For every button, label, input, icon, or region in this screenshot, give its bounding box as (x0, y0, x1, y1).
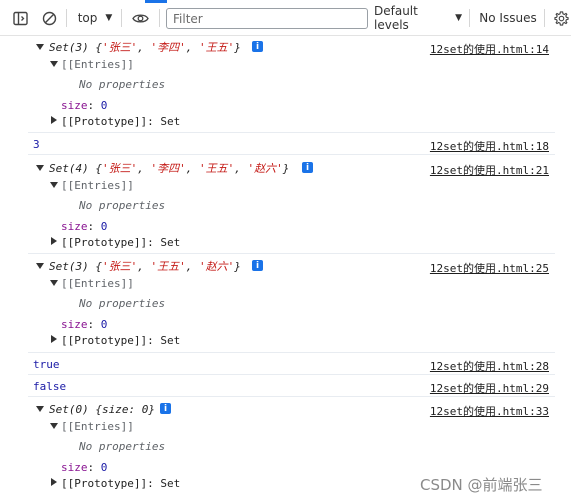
expand-caret-icon[interactable] (36, 263, 44, 269)
expand-caret-icon[interactable] (51, 335, 57, 343)
eye-icon[interactable] (128, 0, 152, 36)
source-link[interactable]: 12set的使用.html:28 (430, 358, 549, 374)
prototype-entry[interactable]: [[Prototype]]: Set (61, 115, 180, 128)
clear-console-icon[interactable] (37, 0, 61, 36)
prototype-entry[interactable]: [[Prototype]]: Set (61, 477, 180, 490)
entries-label[interactable]: [[Entries]] (61, 58, 134, 71)
entries-label[interactable]: [[Entries]] (61, 179, 134, 192)
expand-caret-icon[interactable] (36, 165, 44, 171)
prototype-entry[interactable]: [[Prototype]]: Set (61, 334, 180, 347)
toolbar-divider (469, 9, 470, 27)
expand-caret-icon[interactable] (51, 478, 57, 486)
info-icon[interactable]: i (252, 41, 263, 52)
source-link[interactable]: 12set的使用.html:21 (430, 162, 549, 178)
log-levels-dropdown[interactable]: Default levels ▼ (374, 0, 462, 36)
set-preview[interactable]: Set(3) {'张三', '李四', '王五'} (49, 41, 241, 54)
sidebar-toggle-icon[interactable] (8, 0, 32, 36)
source-link[interactable]: 12set的使用.html:14 (430, 41, 549, 57)
expand-caret-icon[interactable] (51, 116, 57, 124)
expand-caret-icon[interactable] (36, 406, 44, 412)
expand-caret-icon[interactable] (50, 280, 58, 286)
info-icon[interactable]: i (160, 403, 171, 414)
filter-input[interactable] (166, 8, 368, 29)
message-divider (28, 253, 555, 254)
no-properties-text: No properties (79, 297, 166, 310)
log-levels-label: Default levels (374, 4, 418, 32)
message-divider (28, 352, 555, 353)
size-property: size: 0 (61, 99, 108, 112)
set-preview[interactable]: Set(0) {size: 0} (49, 403, 155, 416)
watermark-text: CSDN @前端张三 (420, 476, 543, 494)
chevron-down-icon: ▼ (105, 13, 113, 23)
set-preview[interactable]: Set(4) {'张三', '李四', '王五', '赵六'} (49, 162, 289, 175)
no-properties-text: No properties (79, 199, 166, 212)
message-divider (28, 154, 555, 155)
info-icon[interactable]: i (252, 260, 263, 271)
console-output: Set(3) {'张三', '李四', '王五'} i 12set的使用.htm… (0, 36, 571, 503)
settings-gear-icon[interactable] (550, 0, 571, 36)
toolbar-divider (159, 9, 160, 27)
logged-value: false (33, 380, 67, 393)
entries-label[interactable]: [[Entries]] (61, 277, 134, 290)
toolbar-divider (544, 9, 545, 27)
logged-value: 3 (33, 138, 40, 151)
source-link[interactable]: 12set的使用.html:25 (430, 260, 549, 276)
toolbar-divider (66, 9, 67, 27)
expand-caret-icon[interactable] (50, 182, 58, 188)
toolbar-divider (121, 9, 122, 27)
logged-value: true (33, 358, 60, 371)
issues-label: No Issues (479, 11, 537, 25)
message-divider (28, 374, 555, 375)
expand-caret-icon[interactable] (36, 44, 44, 50)
context-selector[interactable]: top ▼ (74, 0, 116, 36)
console-toolbar: top ▼ Default levels ▼ No Issues (0, 0, 571, 36)
size-property: size: 0 (61, 220, 108, 233)
source-link[interactable]: 12set的使用.html:18 (430, 138, 549, 154)
prototype-entry[interactable]: [[Prototype]]: Set (61, 236, 180, 249)
set-preview[interactable]: Set(3) {'张三', '王五', '赵六'} (49, 260, 241, 273)
expand-caret-icon[interactable] (51, 237, 57, 245)
chevron-down-icon: ▼ (455, 13, 462, 23)
message-divider (28, 132, 555, 133)
no-properties-text: No properties (79, 440, 166, 453)
source-link[interactable]: 12set的使用.html:33 (430, 403, 549, 419)
message-divider (28, 396, 555, 397)
info-icon[interactable]: i (302, 162, 313, 173)
entries-label[interactable]: [[Entries]] (61, 420, 134, 433)
expand-caret-icon[interactable] (50, 423, 58, 429)
no-properties-text: No properties (79, 78, 166, 91)
size-property: size: 0 (61, 461, 108, 474)
size-property: size: 0 (61, 318, 108, 331)
context-label: top (77, 11, 98, 25)
issues-button[interactable]: No Issues (477, 0, 539, 36)
source-link[interactable]: 12set的使用.html:29 (430, 380, 549, 396)
expand-caret-icon[interactable] (50, 61, 58, 67)
